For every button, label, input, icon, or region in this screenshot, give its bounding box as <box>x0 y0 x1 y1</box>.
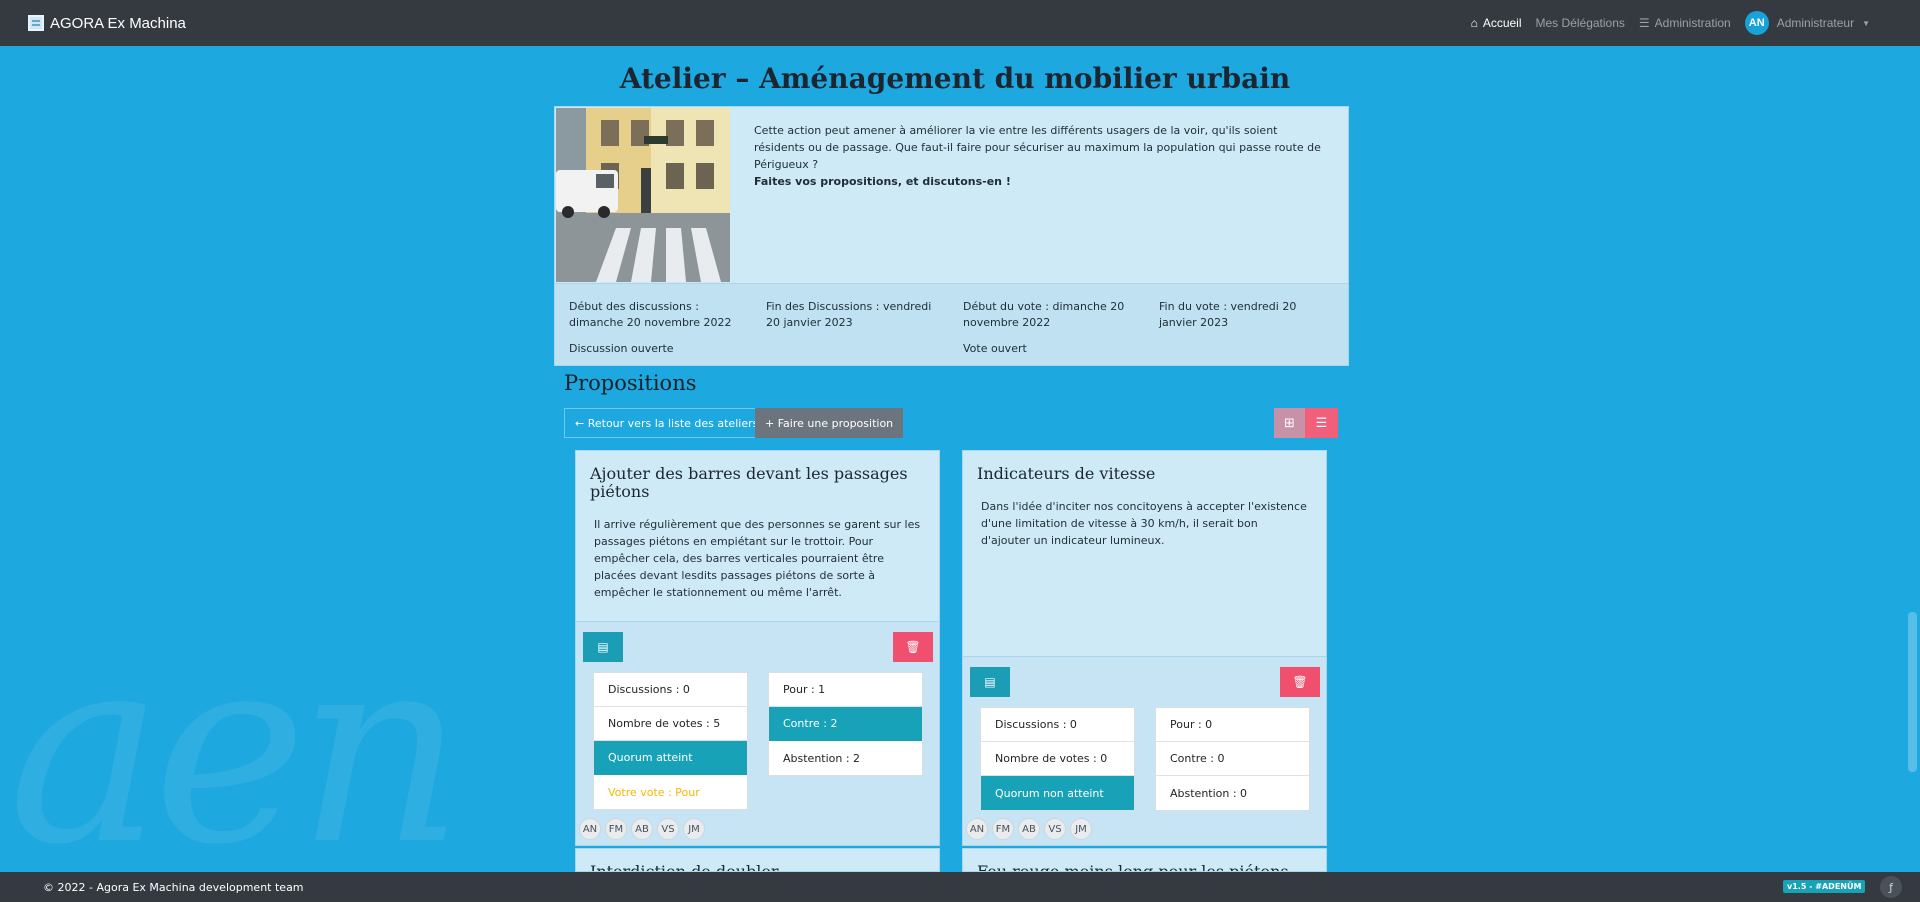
vote-contre: Contre : 0 <box>1156 742 1309 776</box>
discussions-count[interactable]: Discussions : 0 <box>981 708 1134 742</box>
propositions-heading: Propositions <box>564 371 697 395</box>
voter-avatar: JM <box>683 818 705 840</box>
proposition-title[interactable]: Ajouter des barres devant les passages p… <box>576 451 939 501</box>
top-navbar: AGORA Ex Machina ⌂ Accueil Mes Délégatio… <box>0 0 1920 46</box>
voter-avatar: AN <box>966 818 988 840</box>
nav-administration[interactable]: ☰ Administration <box>1639 16 1731 30</box>
page-footer: © 2022 - Agora Ex Machina development te… <box>0 872 1920 902</box>
proposition-stats: Discussions : 0 Nombre de votes : 0 Quor… <box>980 707 1135 811</box>
voter-avatar: JM <box>1070 818 1092 840</box>
nav-delegations-label: Mes Délégations <box>1535 16 1625 30</box>
view-proposition-button[interactable]: ▤ <box>583 632 623 662</box>
vote-pour: Pour : 1 <box>769 673 922 707</box>
discussion-end-date: Fin des Discussions : vendredi 20 janvie… <box>766 300 932 329</box>
proposition-card[interactable]: Ajouter des barres devant les passages p… <box>575 450 940 846</box>
back-to-ateliers-button[interactable]: ← Retour vers la liste des ateliers <box>564 408 770 438</box>
grid-view-button[interactable]: ⊞ <box>1274 408 1305 438</box>
quorum-status: Quorum non atteint <box>981 776 1134 810</box>
document-icon: ▤ <box>597 640 609 654</box>
list-view-button[interactable]: ☰ <box>1305 408 1338 438</box>
delete-proposition-button[interactable]: 🗑 <box>893 632 933 662</box>
delete-proposition-button[interactable]: 🗑 <box>1280 667 1320 697</box>
voter-avatar: FM <box>605 818 627 840</box>
list-icon: ☰ <box>1315 415 1328 431</box>
trash-icon: 🗑 <box>905 640 921 654</box>
voter-avatar: AB <box>1018 818 1040 840</box>
proposition-text: Il arrive régulièrement que des personne… <box>594 518 921 599</box>
home-icon: ⌂ <box>1470 16 1478 30</box>
sliders-icon: ☰ <box>1638 16 1650 30</box>
voter-avatar: VS <box>657 818 679 840</box>
vote-results: Pour : 0 Contre : 0 Abstention : 0 <box>1155 707 1310 811</box>
quorum-status: Quorum atteint <box>594 741 747 775</box>
proposition-title[interactable]: Feu rouge moins long pour les piétons <box>963 849 1326 872</box>
vote-start-date: Début du vote : dimanche 20 novembre 202… <box>963 300 1125 329</box>
proposition-card[interactable]: Feu rouge moins long pour les piétons <box>962 848 1327 872</box>
atelier-info-card: Cette action peut amener à améliorer la … <box>554 106 1349 366</box>
vote-end-date: Fin du vote : vendredi 20 janvier 2023 <box>1159 300 1297 329</box>
proposition-footer: ▤ 🗑 Discussions : 0 Nombre de votes : 5 … <box>576 621 939 845</box>
background-watermark: aen <box>8 600 464 902</box>
proposition-card[interactable]: Indicateurs de vitesse Dans l'idée d'inc… <box>962 450 1327 846</box>
votes-count: Nombre de votes : 5 <box>594 707 747 741</box>
trash-icon: 🗑 <box>1292 675 1308 689</box>
my-vote: Votre vote : Pour <box>608 785 700 799</box>
copyright-text: © 2022 - Agora Ex Machina development te… <box>43 880 304 894</box>
proposition-text: Dans l'idée d'inciter nos concitoyens à … <box>981 500 1307 547</box>
vote-pour: Pour : 0 <box>1156 708 1309 742</box>
atelier-description-cta: Faites vos propositions, et discutons-en… <box>754 175 1011 188</box>
app-logo-icon <box>28 15 44 31</box>
vote-results: Pour : 1 Contre : 2 Abstention : 2 <box>768 672 923 776</box>
proposition-footer: ▤ 🗑 Discussions : 0 Nombre de votes : 0 … <box>963 656 1326 845</box>
user-name: Administrateur <box>1776 16 1855 30</box>
vote-abstention: Abstention : 2 <box>783 751 861 765</box>
document-icon: ▤ <box>984 675 996 689</box>
vote-contre: Contre : 2 <box>769 707 922 741</box>
discussions-count[interactable]: Discussions : 0 <box>594 673 747 707</box>
votes-count: Nombre de votes : 0 <box>981 742 1134 776</box>
voter-initials: AN FM AB VS JM <box>579 818 705 840</box>
proposition-title[interactable]: Indicateurs de vitesse <box>963 451 1326 483</box>
view-proposition-button[interactable]: ▤ <box>970 667 1010 697</box>
scrollbar-thumb[interactable] <box>1908 612 1917 772</box>
proposition-title[interactable]: Interdiction de doubler <box>576 849 939 872</box>
voter-avatar: VS <box>1044 818 1066 840</box>
brand-label: AGORA Ex Machina <box>50 14 186 32</box>
brand-link[interactable]: AGORA Ex Machina <box>28 15 186 32</box>
voter-avatar: AB <box>631 818 653 840</box>
voter-avatar: FM <box>992 818 1014 840</box>
vote-status: Vote ouvert <box>963 342 1027 355</box>
proposition-card[interactable]: Interdiction de doubler <box>575 848 940 872</box>
user-menu[interactable]: AN Administrateur ▼ <box>1744 11 1870 35</box>
nav-accueil-label: Accueil <box>1482 16 1522 30</box>
atelier-description: Cette action peut amener à améliorer la … <box>754 122 1329 190</box>
atelier-photo <box>556 108 730 282</box>
debug-toolbar-icon[interactable]: ƒ <box>1880 876 1902 898</box>
version-badge: v1.5 - #ADENÜM <box>1783 880 1866 893</box>
voter-avatar: AN <box>579 818 601 840</box>
discussion-start-date: Début des discussions : dimanche 20 nove… <box>569 300 732 329</box>
caret-down-icon: ▼ <box>1862 18 1870 28</box>
voter-initials: AN FM AB VS JM <box>966 818 1092 840</box>
atelier-description-text: Cette action peut amener à améliorer la … <box>754 124 1321 171</box>
proposition-stats: Discussions : 0 Nombre de votes : 5 Quor… <box>593 672 748 810</box>
discussion-status: Discussion ouverte <box>569 342 674 355</box>
avatar: AN <box>1744 11 1769 35</box>
grid-icon: ⊞ <box>1284 415 1295 431</box>
atelier-dates: Début des discussions : dimanche 20 nove… <box>555 283 1348 365</box>
nav-delegations[interactable]: Mes Délégations <box>1536 16 1625 30</box>
nav-administration-label: Administration <box>1654 16 1731 30</box>
nav-accueil[interactable]: ⌂ Accueil <box>1471 16 1522 30</box>
new-proposition-button[interactable]: + Faire une proposition <box>755 408 904 438</box>
vote-abstention: Abstention : 0 <box>1170 786 1248 800</box>
page-title: Atelier – Aménagement du mobilier urbain <box>619 62 1291 95</box>
